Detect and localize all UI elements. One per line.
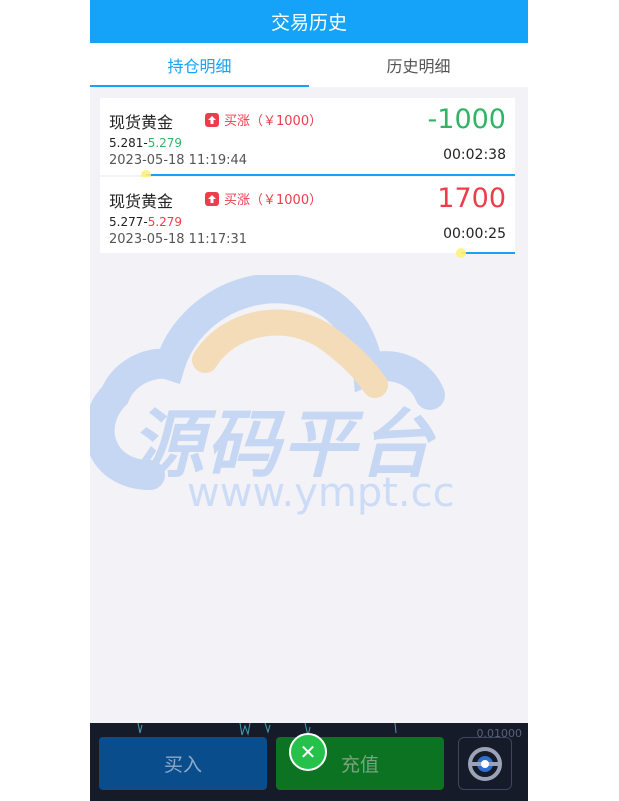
arrow-up-icon [205, 191, 219, 206]
open-time: 2023-05-18 11:17:31 [109, 232, 248, 247]
customer-service-button[interactable] [458, 737, 512, 790]
product-name: 现货黄金 [109, 113, 174, 132]
open-time: 2023-05-18 11:19:44 [109, 153, 248, 168]
position-card[interactable]: 现货黄金 买涨（￥1000） 5.281-5.279 2023-05-18 11… [100, 98, 515, 180]
price-range: 5.281-5.279 [109, 136, 182, 150]
direction-badge: 买涨（￥1000） [205, 110, 322, 129]
app-screen: 交易历史 持仓明细 历史明细 源码平台 www.ympt.cc 现货黄金 买涨（… [90, 0, 528, 801]
tab-positions[interactable]: 持仓明细 [90, 43, 309, 87]
direction-label: 买涨（￥1000） [224, 114, 323, 129]
current-price: 5.279 [147, 136, 183, 150]
open-price: 5.281 [109, 136, 144, 150]
buy-button[interactable]: 买入 [99, 737, 267, 790]
position-card[interactable]: 现货黄金 买涨（￥1000） 5.277-5.279 2023-05-18 11… [100, 177, 515, 258]
countdown-timer: 00:02:38 [443, 147, 506, 163]
profit-loss: 1700 [437, 183, 506, 214]
tab-bar: 持仓明细 历史明细 [90, 43, 528, 87]
cloud-logo-icon [90, 275, 445, 490]
current-price: 5.279 [147, 215, 183, 229]
progress-fill [146, 174, 515, 176]
tab-history[interactable]: 历史明细 [309, 43, 528, 87]
profit-loss: -1000 [427, 104, 506, 135]
direction-label: 买涨（￥1000） [224, 193, 323, 208]
price-range: 5.277-5.279 [109, 215, 182, 229]
service-logo-icon [468, 746, 502, 781]
close-button[interactable]: ✕ [289, 733, 327, 771]
progress-bar [100, 248, 515, 258]
watermark-text: 源码平台 [130, 402, 434, 488]
watermark: 源码平台 www.ympt.cc [90, 275, 528, 525]
arrow-up-icon [205, 112, 219, 127]
progress-fill [461, 252, 515, 254]
progress-bar [100, 170, 515, 180]
product-name: 现货黄金 [109, 192, 174, 211]
countdown-timer: 00:00:25 [443, 226, 506, 242]
progress-marker [456, 248, 466, 258]
close-icon: ✕ [299, 740, 317, 764]
watermark-url: www.ympt.cc [187, 470, 455, 516]
open-price: 5.277 [109, 215, 144, 229]
page-title: 交易历史 [270, 12, 347, 34]
direction-badge: 买涨（￥1000） [205, 189, 322, 208]
page-header: 交易历史 [90, 0, 528, 43]
